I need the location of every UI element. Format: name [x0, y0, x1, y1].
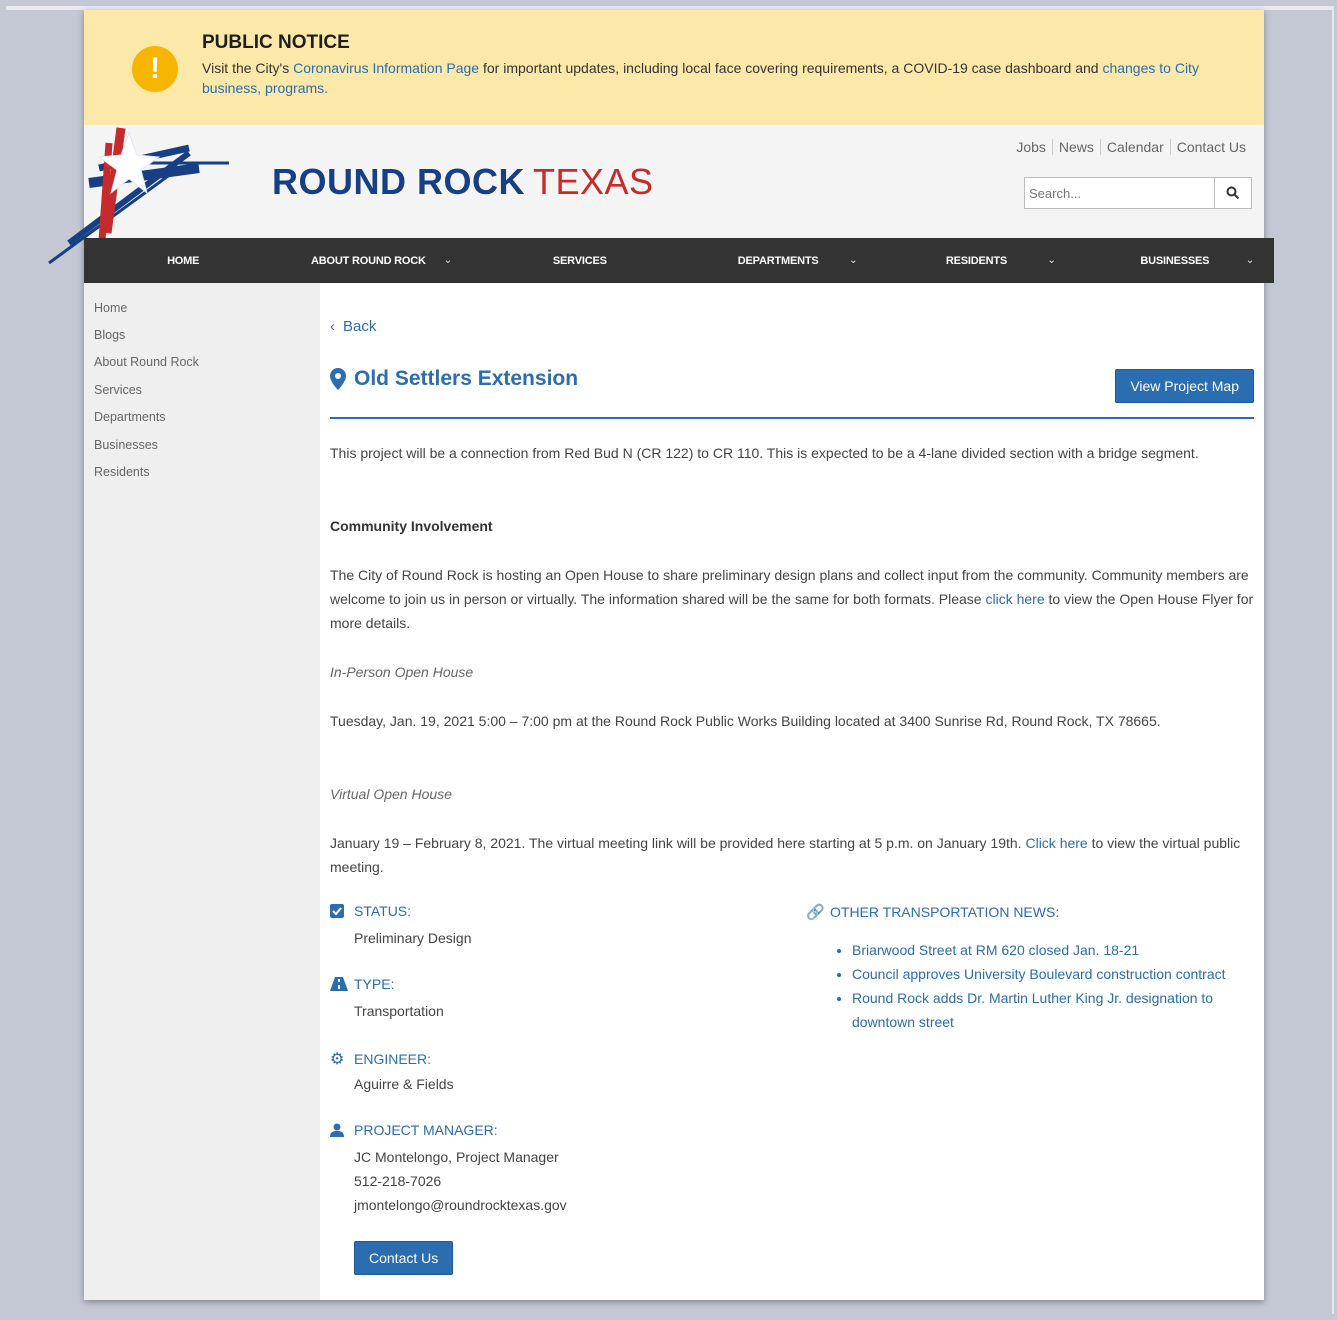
news-item-briarwood[interactable]: Briarwood Street at RM 620 closed Jan. 1…: [852, 938, 1272, 962]
notice-text-before: Visit the City's: [202, 60, 294, 76]
project-manager-label: PROJECT MANAGER:: [330, 1122, 498, 1138]
site-title-texas: TEXAS: [533, 161, 654, 202]
public-notice-banner: ! PUBLIC NOTICE Visit the City's Coronav…: [84, 10, 1264, 125]
sidebar-item-residents[interactable]: Residents: [94, 465, 150, 479]
nav-departments[interactable]: DEPARTMENTS ⌄: [679, 238, 877, 283]
search-input[interactable]: [1024, 177, 1215, 209]
community-text: The City of Round Rock is hosting an Ope…: [330, 563, 1254, 635]
nav-residents-label: RESIDENTS: [945, 254, 1008, 267]
site-title[interactable]: ROUND ROCK TEXAS: [272, 161, 654, 203]
nav-residents[interactable]: RESIDENTS ⌄: [877, 238, 1075, 283]
main-nav: HOME ABOUT ROUND ROCK ⌄ SERVICES DEPARTME…: [84, 238, 1274, 283]
site-title-round-rock: ROUND ROCK: [272, 161, 525, 202]
project-manager-phone: 512-218-7026: [354, 1173, 442, 1189]
sidebar-item-services[interactable]: Services: [94, 383, 142, 397]
site-header: ROUND ROCK TEXAS Jobs News Calendar Conta…: [48, 125, 1264, 284]
notice-text-mid: for important updates, including local f…: [479, 60, 1103, 76]
chevron-down-icon: ⌄: [1047, 255, 1056, 266]
road-icon: [330, 977, 348, 991]
virtual-meeting-link[interactable]: Click here: [1025, 835, 1087, 851]
virtual-text-before: January 19 – February 8, 2021. The virtu…: [330, 835, 1026, 851]
notice-title: PUBLIC NOTICE: [202, 32, 350, 53]
user-icon: [330, 1123, 344, 1137]
type-label-text: TYPE:: [354, 976, 395, 992]
main-content: ‹ Back Old Settlers Extension View Projec…: [320, 283, 1264, 1300]
sidebar-item-blogs[interactable]: Blogs: [94, 328, 125, 342]
chevron-down-icon: ⌄: [1245, 255, 1254, 266]
notice-text: Visit the City's Coronavirus Information…: [202, 58, 1202, 98]
gear-icon: ⚙: [330, 1051, 345, 1068]
project-manager-label-text: PROJECT MANAGER:: [354, 1122, 498, 1138]
project-manager-email[interactable]: jmontelongo@roundrocktexas.gov: [354, 1193, 567, 1217]
sidebar-item-about-round-rock[interactable]: About Round Rock: [94, 355, 199, 369]
utility-links: Jobs News Calendar Contact Us: [1010, 139, 1252, 155]
search-icon: [1226, 186, 1240, 200]
in-person-text: Tuesday, Jan. 19, 2021 5:00 – 7:00 pm at…: [330, 713, 1161, 729]
in-person-heading: In-Person Open House: [330, 664, 474, 680]
news-item-mlk-designation[interactable]: Round Rock adds Dr. Martin Luther King J…: [852, 986, 1272, 1034]
type-label: TYPE:: [330, 976, 394, 992]
search-button[interactable]: [1215, 177, 1252, 209]
nav-businesses-label: BUSINESSES: [1140, 254, 1210, 267]
status-label-text: STATUS:: [354, 903, 412, 919]
project-title: Old Settlers Extension: [354, 367, 579, 390]
contact-us-link[interactable]: Contact Us: [1169, 139, 1252, 155]
page: ! PUBLIC NOTICE Visit the City's Coronav…: [48, 10, 1274, 1300]
sidebar-item-businesses[interactable]: Businesses: [94, 438, 158, 452]
chevron-down-icon: ⌄: [443, 255, 452, 266]
community-involvement-heading: Community Involvement: [330, 518, 493, 534]
search-bar: [1024, 177, 1252, 209]
engineer-label-text: ENGINEER:: [354, 1051, 432, 1067]
project-title-row: Old Settlers Extension View Project Map: [330, 367, 1254, 419]
sidebar-item-home[interactable]: Home: [94, 301, 127, 315]
status-value: Preliminary Design: [354, 930, 472, 946]
nav-about-label: ABOUT ROUND ROCK: [311, 254, 426, 267]
open-house-flyer-link[interactable]: click here: [985, 591, 1044, 607]
checkbox-icon: [330, 904, 344, 918]
sidebar: Home Blogs About Round Rock Services Dep…: [84, 283, 320, 1300]
sidebar-item-departments[interactable]: Departments: [94, 410, 166, 424]
calendar-link[interactable]: Calendar: [1099, 139, 1170, 155]
window-frame-right: [1332, 6, 1334, 1314]
news-list: Briarwood Street at RM 620 closed Jan. 1…: [830, 938, 1272, 1034]
type-value: Transportation: [354, 1003, 444, 1019]
nav-businesses[interactable]: BUSINESSES ⌄: [1076, 238, 1274, 283]
jobs-link[interactable]: Jobs: [1010, 139, 1052, 155]
other-news-label-text: OTHER TRANSPORTATION NEWS:: [830, 904, 1060, 920]
nav-departments-label: DEPARTMENTS: [737, 254, 819, 267]
project-description: This project will be a connection from R…: [330, 445, 1199, 461]
chevron-left-icon: ‹: [330, 318, 335, 335]
news-link[interactable]: News: [1051, 139, 1100, 155]
nav-services[interactable]: SERVICES: [481, 238, 679, 283]
news-item-university-blvd[interactable]: Council approves University Boulevard co…: [852, 962, 1272, 986]
map-pin-icon: [330, 368, 346, 390]
view-project-map-button[interactable]: View Project Map: [1115, 369, 1254, 403]
virtual-text: January 19 – February 8, 2021. The virtu…: [330, 831, 1254, 879]
engineer-value: Aguirre & Fields: [354, 1076, 454, 1092]
nav-home-label: HOME: [167, 254, 200, 267]
status-label: STATUS:: [330, 903, 411, 919]
nav-home[interactable]: HOME: [84, 238, 282, 283]
nav-about-round-rock[interactable]: ABOUT ROUND ROCK ⌄: [282, 238, 480, 283]
contact-us-button[interactable]: Contact Us: [354, 1241, 454, 1275]
engineer-label: ⚙ ENGINEER:: [330, 1049, 431, 1069]
project-manager-name: JC Montelongo, Project Manager: [354, 1149, 559, 1165]
back-link[interactable]: ‹ Back: [330, 318, 376, 335]
chevron-down-icon: ⌄: [849, 255, 858, 266]
nav-services-label: SERVICES: [552, 254, 607, 267]
back-label: Back: [343, 318, 377, 335]
exclamation-icon: !: [132, 46, 178, 92]
coronavirus-info-link[interactable]: Coronavirus Information Page: [293, 60, 479, 76]
other-news-label: 🔗 OTHER TRANSPORTATION NEWS:: [806, 903, 1059, 921]
link-icon: 🔗: [806, 904, 825, 921]
virtual-heading: Virtual Open House: [330, 786, 452, 802]
